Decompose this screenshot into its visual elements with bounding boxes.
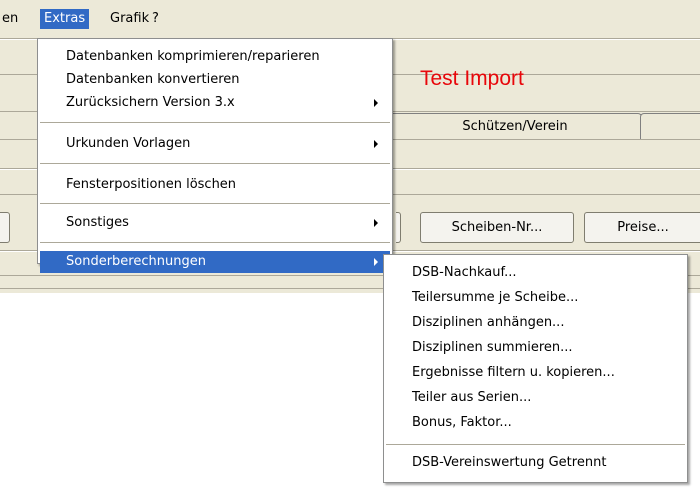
left-button[interactable]	[0, 212, 10, 243]
menu-separator	[40, 163, 390, 164]
menu-item-fensterpositionen[interactable]: Fensterpositionen löschen	[40, 175, 390, 195]
menu-extras[interactable]: Extras	[40, 9, 90, 29]
menu-item-label: Bonus, Faktor...	[412, 415, 512, 430]
menu-item-label: Datenbanken komprimieren/reparieren	[66, 49, 320, 64]
menu-item-label: Disziplinen anhängen...	[412, 315, 565, 330]
tab-schuetzen-verein[interactable]: Schützen/Verein	[388, 113, 642, 140]
menu-item-ergebnisse-filtern[interactable]: Ergebnisse filtern u. kopieren...	[386, 363, 685, 383]
preise-button[interactable]: Preise...	[584, 212, 700, 243]
hidden-button-edge[interactable]	[396, 212, 401, 243]
menu-item-teiler-aus-serien[interactable]: Teiler aus Serien...	[386, 388, 685, 408]
menu-help[interactable]: ?	[148, 9, 163, 29]
menu-item-disziplinen-summieren[interactable]: Disziplinen summieren...	[386, 338, 685, 358]
page-title: Test Import	[420, 67, 524, 90]
submenu-arrow-icon	[374, 99, 378, 107]
tab-next[interactable]	[640, 113, 700, 140]
submenu-arrow-icon	[374, 258, 378, 266]
menu-item-label: Datenbanken konvertieren	[66, 72, 240, 87]
submenu-arrow-icon	[374, 140, 378, 148]
menu-item-urkunden-vorlagen[interactable]: Urkunden Vorlagen	[40, 134, 390, 154]
menu-item-sonderberechnungen[interactable]: Sonderberechnungen	[40, 251, 390, 273]
menu-item-label: Sonderberechnungen	[66, 254, 206, 269]
menu-item-label: Urkunden Vorlagen	[66, 136, 191, 151]
menu-item-datenbanken-komprimieren[interactable]: Datenbanken komprimieren/reparieren	[40, 47, 390, 67]
menu-bar: en Extras Grafik ?	[0, 0, 700, 38]
menu-item-label: DSB-Nachkauf...	[412, 265, 517, 280]
sonderberechnungen-submenu: DSB-Nachkauf... Teilersumme je Scheibe..…	[383, 254, 688, 483]
submenu-arrow-icon	[374, 219, 378, 227]
menu-separator	[386, 444, 685, 445]
menu-item-bonus-faktor[interactable]: Bonus, Faktor...	[386, 413, 685, 433]
menu-item-disziplinen-anhaengen[interactable]: Disziplinen anhängen...	[386, 313, 685, 333]
menu-item-label: Teiler aus Serien...	[412, 390, 532, 405]
extras-menu: Datenbanken komprimieren/reparieren Date…	[37, 38, 393, 273]
menu-item-teilersumme[interactable]: Teilersumme je Scheibe...	[386, 288, 685, 308]
menu-item-label: Ergebnisse filtern u. kopieren...	[412, 365, 615, 380]
menu-item-label: Sonstiges	[66, 215, 129, 230]
menu-item-label: Teilersumme je Scheibe...	[412, 290, 579, 305]
scheiben-nr-button[interactable]: Scheiben-Nr...	[420, 212, 574, 243]
menu-file-partial[interactable]: en	[0, 9, 22, 29]
menu-item-label: Disziplinen summieren...	[412, 340, 573, 355]
menu-item-label: Fensterpositionen löschen	[66, 177, 237, 192]
menu-grafik[interactable]: Grafik	[106, 9, 153, 29]
menu-item-label: DSB-Vereinswertung Getrennt	[412, 455, 607, 470]
menu-item-zuruecksichern[interactable]: Zurücksichern Version 3.x	[40, 93, 390, 113]
menu-separator	[40, 203, 390, 204]
menu-item-label: Zurücksichern Version 3.x	[66, 95, 235, 110]
menu-item-sonstiges[interactable]: Sonstiges	[40, 213, 390, 233]
menu-item-datenbanken-konvertieren[interactable]: Datenbanken konvertieren	[40, 70, 390, 90]
menu-separator	[40, 242, 390, 243]
menu-item-dsb-nachkauf[interactable]: DSB-Nachkauf...	[386, 263, 685, 283]
menu-item-dsb-vereinswertung[interactable]: DSB-Vereinswertung Getrennt	[386, 453, 685, 473]
menu-separator	[40, 122, 390, 123]
